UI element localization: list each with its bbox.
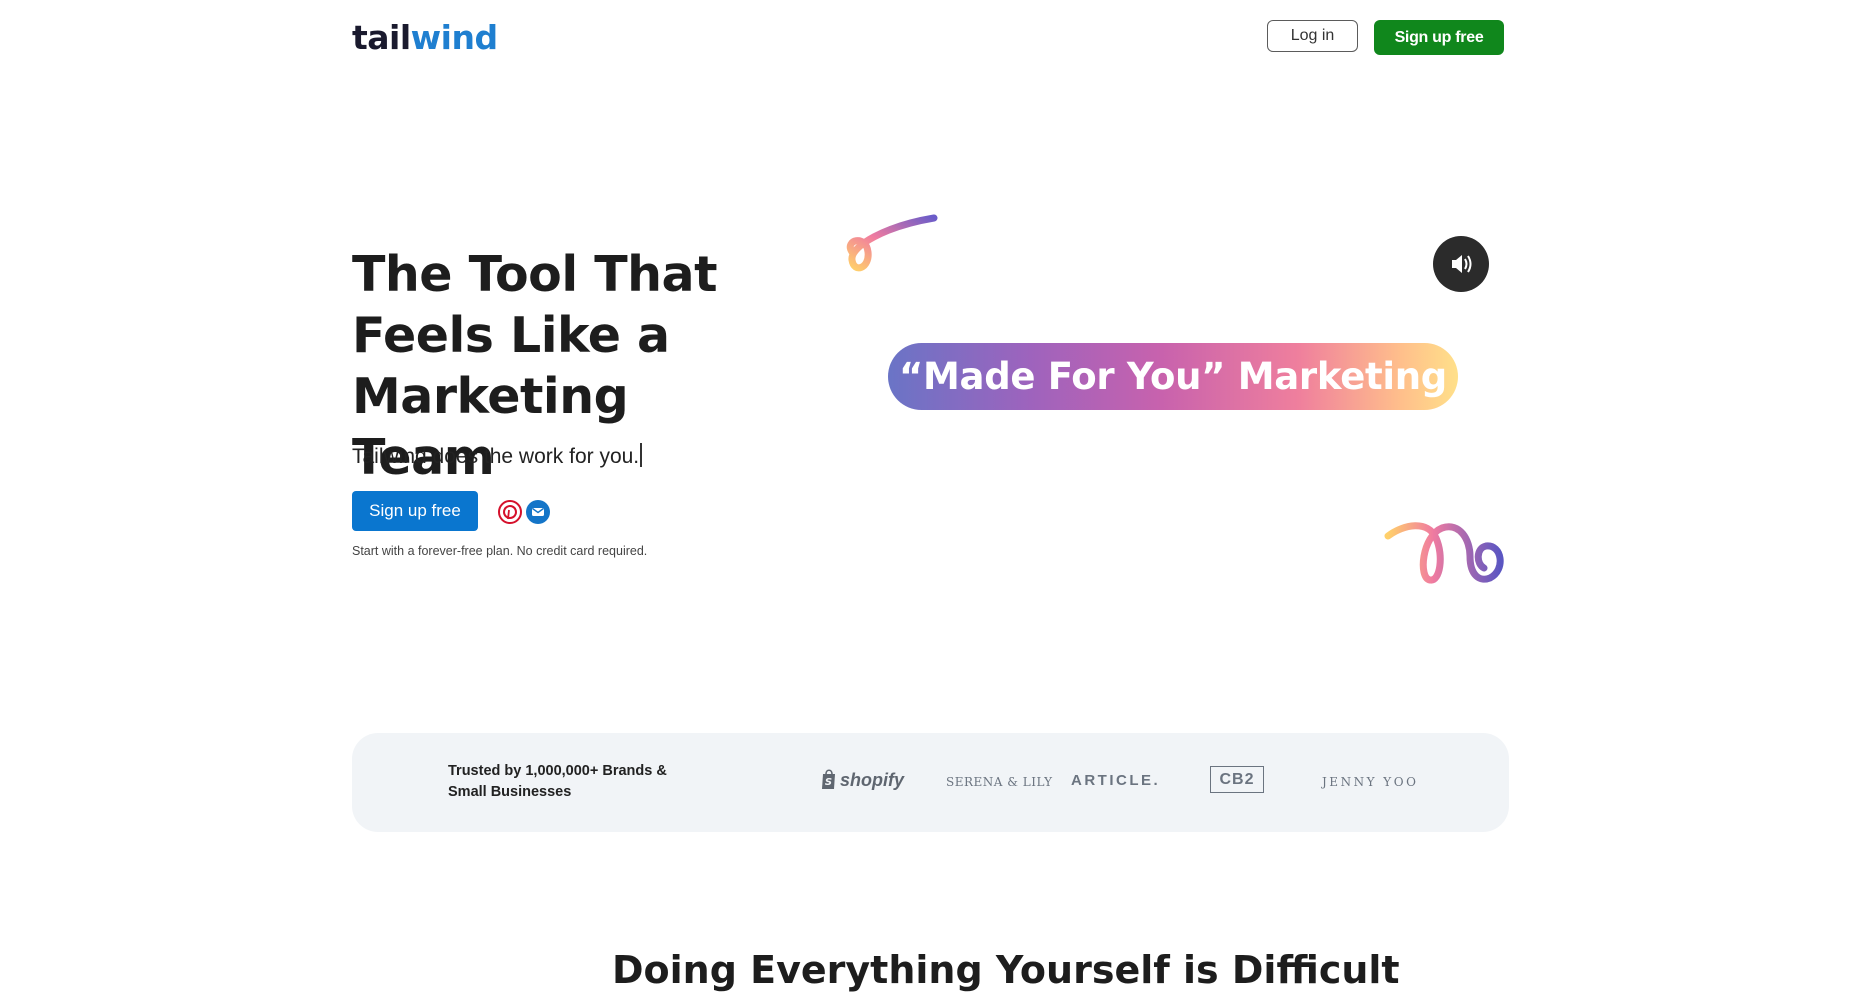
decorative-swirl-top	[846, 214, 938, 272]
decorative-swirl-bottom	[1384, 522, 1504, 584]
cb2-logo: CB2	[1210, 766, 1264, 793]
hero-subtitle-text: Tailwind does the work for you.	[352, 445, 640, 468]
article-logo: ARTICLE.	[1071, 772, 1161, 789]
email-icon	[526, 500, 550, 524]
speaker-icon	[1452, 255, 1472, 273]
logo-text-tail: tail	[352, 18, 411, 57]
jenny-yoo-logo: JENNY YOO	[1322, 775, 1419, 789]
serena-lily-logo: SERENA & LILY	[946, 775, 1053, 789]
shopify-bag-icon: S	[822, 769, 835, 789]
login-button[interactable]: Log in	[1267, 20, 1358, 52]
logo-text-wind: wind	[410, 18, 498, 57]
hero-signup-button[interactable]: Sign up free	[352, 491, 478, 531]
sound-toggle-button[interactable]	[1433, 236, 1489, 292]
section-heading: Doing Everything Yourself is Difficult	[612, 948, 1400, 992]
marketing-pill-text: “Made For You” Marketing	[899, 355, 1447, 398]
hero-note: Start with a forever-free plan. No credi…	[352, 544, 648, 558]
shopify-logo-text: shopify	[840, 770, 905, 790]
text-caret	[640, 443, 642, 467]
trusted-text: Trusted by 1,000,000+ Brands & Small Bus…	[448, 763, 667, 800]
tailwind-logo[interactable]: tailwind	[352, 18, 498, 58]
pinterest-icon	[498, 500, 522, 524]
header-signup-button[interactable]: Sign up free	[1374, 20, 1504, 55]
hero-subtitle: Tailwind does the work for you.	[352, 443, 642, 469]
shopify-logo: S shopify	[820, 768, 904, 791]
svg-text:S: S	[825, 777, 832, 788]
